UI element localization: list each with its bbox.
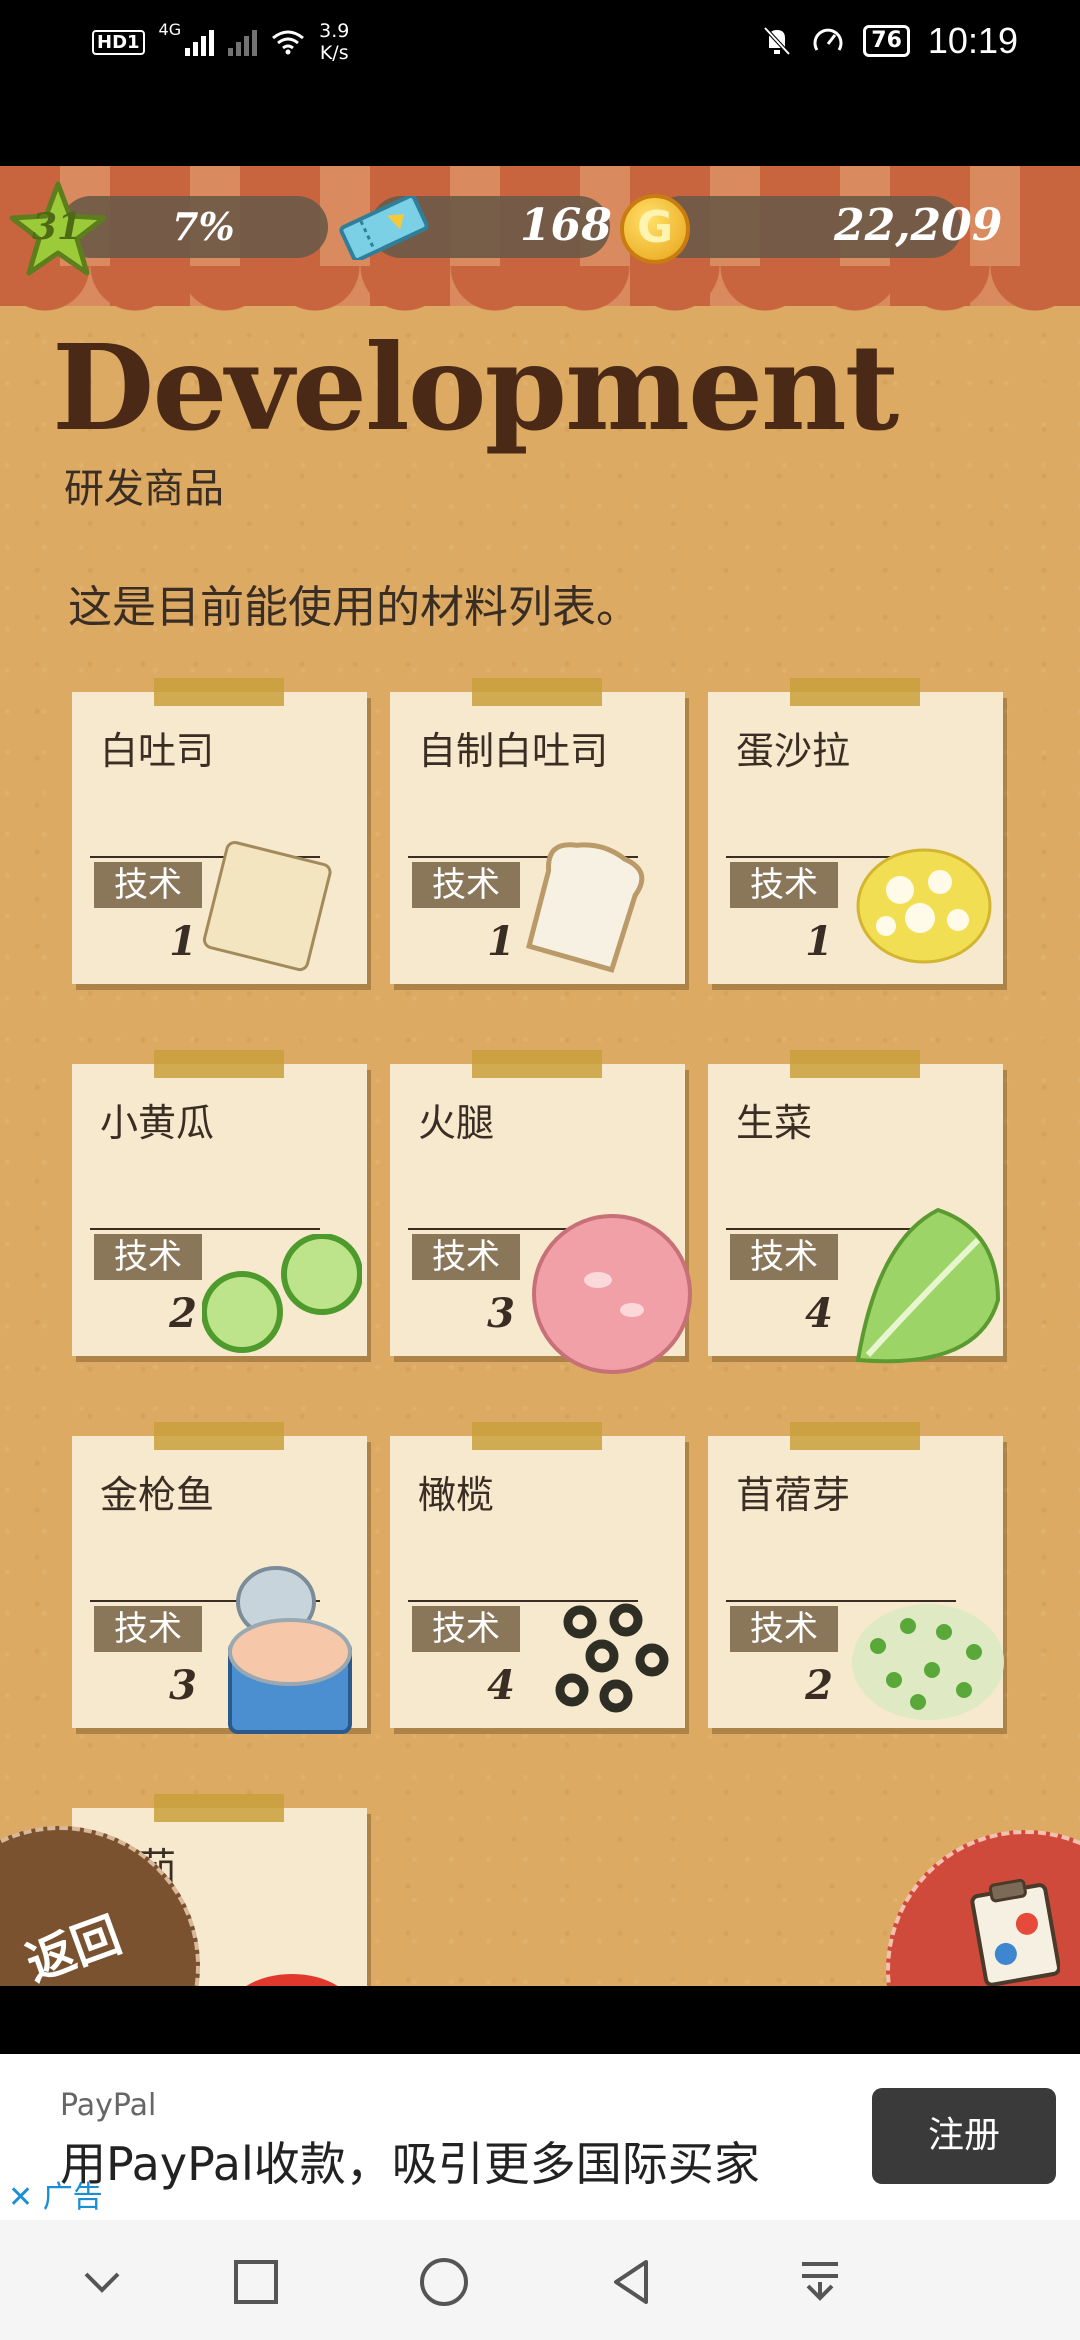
status-left-group: HD1 4G 3.9 K/s — [92, 20, 349, 64]
tuna-can-icon — [228, 1566, 352, 1734]
back-nav-icon[interactable] — [606, 2256, 658, 2308]
player-level: 31 — [32, 206, 83, 248]
ad-label: 广告 — [42, 2180, 103, 2215]
material-card[interactable]: 蛋沙拉 技术 1 — [708, 678, 1003, 984]
material-card[interactable]: 金枪鱼 技术 3 — [72, 1422, 367, 1734]
material-card[interactable]: 生菜 技术 4 — [708, 1050, 1003, 1364]
tomato-icon — [246, 1974, 338, 1986]
material-name: 自制白吐司 — [418, 729, 609, 773]
network-type: 4G — [158, 20, 182, 39]
ad-register-button[interactable]: 注册 — [872, 2088, 1056, 2184]
battery-indicator: 76 — [863, 25, 910, 57]
clock: 10:19 — [927, 20, 1018, 61]
ticket-icon — [339, 196, 429, 260]
material-name: 小黄瓜 — [100, 1101, 215, 1145]
tech-label: 技术 — [730, 1606, 838, 1652]
speedometer-icon — [813, 28, 843, 51]
signal-strength-icon — [185, 28, 215, 56]
hd-indicator: HD1 — [92, 29, 145, 55]
system-nav-bar — [0, 2220, 1080, 2340]
material-name: 苜蓿芽 — [736, 1473, 851, 1517]
material-card[interactable]: 白吐司 技术 1 — [72, 678, 367, 984]
network-speed: 3.9 K/s — [319, 20, 350, 64]
material-name: 生菜 — [736, 1101, 813, 1145]
page-title: Development — [52, 318, 899, 457]
ad-brand: PayPal — [60, 2088, 157, 2123]
ad-text: 用PayPal收款，吸引更多国际买家 — [60, 2137, 760, 2191]
ticket-count: 168 — [520, 200, 612, 251]
tech-label: 技术 — [94, 862, 202, 908]
signal-strength-2-icon — [228, 28, 258, 56]
page-subtitle: 研发商品 — [64, 466, 224, 512]
material-card[interactable]: 火腿 技术 3 — [390, 1050, 692, 1374]
lettuce-icon — [855, 1207, 1001, 1364]
material-card[interactable]: 小黄瓜 技术 2 — [72, 1050, 367, 1356]
ham-icon — [532, 1214, 692, 1374]
wifi-icon — [272, 30, 305, 55]
home-icon[interactable] — [418, 2256, 470, 2308]
tech-level: 2 — [169, 1290, 197, 1337]
clipboard-icon[interactable] — [970, 1876, 1060, 1986]
homemade-toast-icon — [526, 842, 645, 973]
tech-level: 2 — [805, 1662, 833, 1709]
tech-level: 3 — [487, 1290, 515, 1337]
tech-label: 技术 — [412, 1234, 520, 1280]
gold-coin-icon: G — [620, 194, 690, 264]
olive-icon — [555, 1603, 669, 1713]
game-screen: 31 7% 168 G 22,209 Development 研发商品 这是目前… — [0, 166, 1080, 1986]
ad-close-button[interactable]: ✕ 广告 — [8, 2172, 103, 2216]
tech-level: 4 — [805, 1290, 833, 1337]
tech-label: 技术 — [730, 862, 838, 908]
tech-level: 4 — [487, 1662, 515, 1709]
material-name: 橄榄 — [418, 1473, 495, 1517]
white-toast-icon — [202, 841, 332, 972]
notification-pulldown-icon[interactable] — [794, 2256, 846, 2308]
material-name: 蛋沙拉 — [736, 729, 851, 773]
material-card[interactable]: 橄榄 技术 4 — [390, 1422, 685, 1728]
status-right-group: 76 10:19 — [761, 20, 1018, 62]
close-icon: ✕ — [8, 2180, 34, 2215]
coin-count: 22,209 — [834, 200, 1003, 251]
chevron-down-icon[interactable] — [76, 2256, 128, 2308]
bell-muted-icon — [763, 26, 791, 56]
material-name: 金枪鱼 — [100, 1473, 215, 1517]
alfalfa-sprouts-icon — [852, 1604, 1004, 1720]
tech-label: 技术 — [412, 862, 520, 908]
tech-level: 3 — [169, 1662, 197, 1709]
material-name: 火腿 — [418, 1101, 495, 1145]
material-card[interactable]: 自制白吐司 技术 1 — [390, 678, 685, 984]
ad-banner[interactable]: PayPal 用PayPal收款，吸引更多国际买家 注册 ✕ 广告 — [0, 2054, 1080, 2220]
xp-percent: 7% — [172, 204, 235, 249]
tech-level: 1 — [805, 918, 833, 965]
status-bar: HD1 4G 3.9 K/s 76 10:19 — [0, 0, 1080, 84]
egg-salad-icon — [856, 848, 992, 964]
page-description: 这是目前能使用的材料列表。 — [68, 582, 640, 633]
material-name: 白吐司 — [100, 729, 215, 773]
tech-label: 技术 — [94, 1234, 202, 1280]
tech-label: 技术 — [412, 1606, 520, 1652]
back-label: 返回 — [19, 1906, 129, 1986]
cucumber-icon — [202, 1234, 362, 1353]
material-card[interactable]: 苜蓿芽 技术 2 — [708, 1422, 1004, 1728]
tech-label: 技术 — [94, 1606, 202, 1652]
tech-label: 技术 — [730, 1234, 838, 1280]
recent-apps-icon[interactable] — [230, 2256, 282, 2308]
